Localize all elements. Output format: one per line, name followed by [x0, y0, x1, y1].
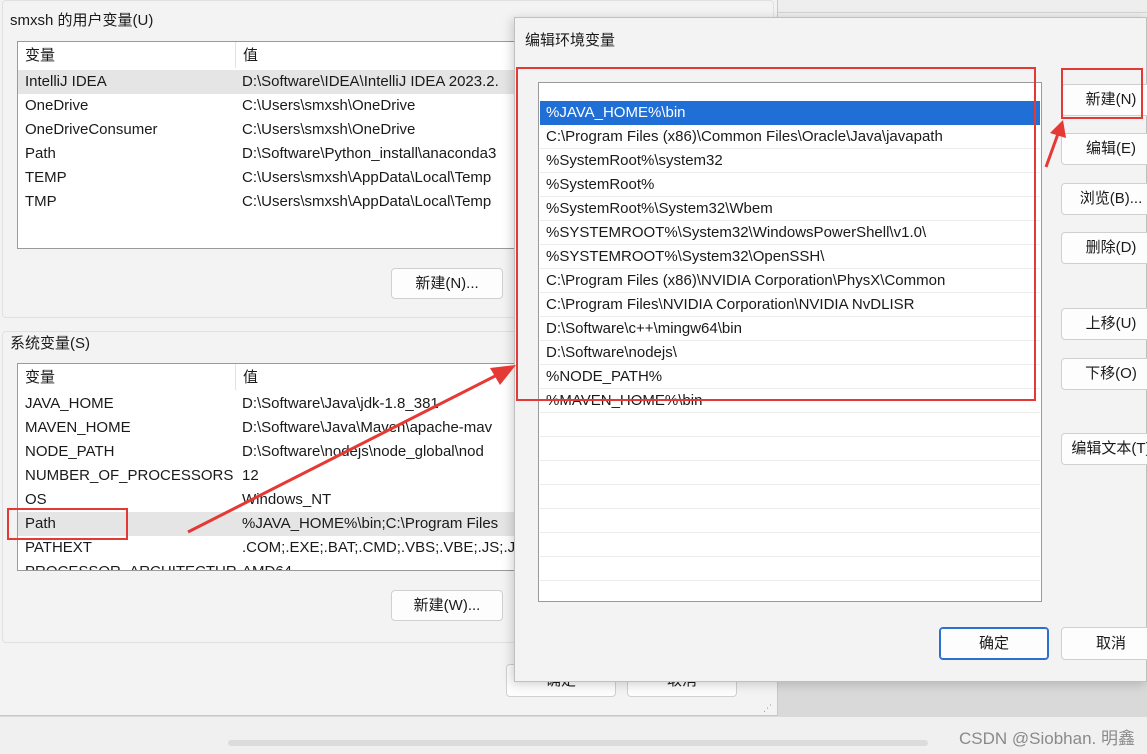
- variable-value: Windows_NT: [242, 491, 332, 508]
- path-entries-list[interactable]: %JAVA_HOME%\bin C:\Program Files (x86)\Co…: [538, 82, 1042, 602]
- empty-row: [540, 557, 1040, 581]
- table-row[interactable]: NUMBER_OF_PROCESSORS 12: [18, 464, 536, 488]
- column-header-name[interactable]: 变量: [18, 42, 236, 68]
- variable-value: D:\Software\IDEA\IntelliJ IDEA 2023.2.: [242, 73, 499, 90]
- empty-row: [540, 485, 1040, 509]
- table-header: 变量 值: [18, 364, 536, 390]
- variable-name: Path: [25, 145, 56, 162]
- horizontal-scrollbar[interactable]: [228, 740, 928, 746]
- path-entry[interactable]: C:\Program Files (x86)\NVIDIA Corporatio…: [540, 269, 1040, 293]
- table-row[interactable]: NODE_PATH D:\Software\nodejs\node_global\…: [18, 440, 536, 464]
- table-row[interactable]: IntelliJ IDEA D:\Software\IDEA\IntelliJ I…: [18, 70, 536, 94]
- variable-value: D:\Software\nodejs\node_global\nod: [242, 443, 484, 460]
- dialog-title: 编辑环境变量: [525, 32, 616, 49]
- variable-value: C:\Users\smxsh\OneDrive: [242, 121, 416, 138]
- new-entry-button[interactable]: 新建(N): [1061, 84, 1147, 116]
- path-entry[interactable]: %SystemRoot%: [540, 173, 1040, 197]
- empty-row: [540, 533, 1040, 557]
- variable-name: Path: [25, 515, 56, 532]
- variable-name: TEMP: [25, 169, 67, 186]
- resize-grip-icon[interactable]: ⋰: [763, 703, 773, 713]
- edit-text-button[interactable]: 编辑文本(T): [1061, 433, 1147, 465]
- empty-row: [540, 509, 1040, 533]
- variable-name: TMP: [25, 193, 57, 210]
- table-row[interactable]: PATHEXT .COM;.EXE;.BAT;.CMD;.VBS;.VBE;.JS…: [18, 536, 536, 560]
- system-new-button[interactable]: 新建(W)...: [391, 590, 503, 621]
- edit-environment-variable-dialog: 编辑环境变量 %JAVA_HOME%\bin C:\Program Files (…: [514, 17, 1147, 682]
- variable-name: PROCESSOR_ARCHITECTURE: [18, 560, 236, 570]
- variable-value: C:\Users\smxsh\AppData\Local\Temp: [242, 169, 492, 186]
- ok-button[interactable]: 确定: [939, 627, 1049, 660]
- path-entry[interactable]: %SYSTEMROOT%\System32\WindowsPowerShell\…: [540, 221, 1040, 245]
- variable-value: %JAVA_HOME%\bin;C:\Program Files: [242, 515, 499, 532]
- empty-row: [540, 437, 1040, 461]
- table-row[interactable]: JAVA_HOME D:\Software\Java\jdk-1.8_381: [18, 392, 536, 416]
- variable-name: PATHEXT: [25, 539, 92, 556]
- variable-value: 12: [242, 467, 259, 484]
- path-entry[interactable]: %NODE_PATH%: [540, 365, 1040, 389]
- variable-name: JAVA_HOME: [25, 395, 114, 412]
- path-entry[interactable]: C:\Program Files\NVIDIA Corporation\NVID…: [540, 293, 1040, 317]
- delete-entry-button[interactable]: 删除(D): [1061, 232, 1147, 264]
- path-entry[interactable]: %JAVA_HOME%\bin: [540, 101, 1040, 125]
- variable-name: IntelliJ IDEA: [25, 73, 107, 90]
- variable-name: OS: [25, 491, 47, 508]
- variable-name: MAVEN_HOME: [25, 419, 131, 436]
- table-header: 变量 值: [18, 42, 536, 68]
- variable-value: C:\Users\smxsh\AppData\Local\Temp: [242, 193, 492, 210]
- user-new-button[interactable]: 新建(N)...: [391, 268, 503, 299]
- table-row[interactable]: OS Windows_NT: [18, 488, 536, 512]
- variable-value: AMD64: [235, 560, 292, 570]
- user-variables-label: smxsh 的用户变量(U): [10, 12, 154, 29]
- watermark: CSDN @Siobhan. 明鑫: [959, 729, 1135, 748]
- table-row[interactable]: Path D:\Software\Python_install\anaconda3: [18, 142, 536, 166]
- table-row[interactable]: TEMP C:\Users\smxsh\AppData\Local\Temp: [18, 166, 536, 190]
- table-row[interactable]: PROCESSOR_ARCHITECTUREAMD64: [18, 560, 536, 570]
- path-entry[interactable]: C:\Program Files (x86)\Common Files\Orac…: [540, 125, 1040, 149]
- table-row[interactable]: OneDrive C:\Users\smxsh\OneDrive: [18, 94, 536, 118]
- column-header-value[interactable]: 值: [235, 364, 536, 390]
- path-entry[interactable]: D:\Software\nodejs\: [540, 341, 1040, 365]
- browse-button[interactable]: 浏览(B)...: [1061, 183, 1147, 215]
- variable-value: .COM;.EXE;.BAT;.CMD;.VBS;.VBE;.JS;.JS: [242, 539, 526, 556]
- path-entry[interactable]: D:\Software\c++\mingw64\bin: [540, 317, 1040, 341]
- variable-name: OneDriveConsumer: [25, 121, 158, 138]
- cancel-button[interactable]: 取消: [1061, 627, 1147, 660]
- variable-value: D:\Software\Java\Maven\apache-mav: [242, 419, 493, 436]
- move-down-button[interactable]: 下移(O): [1061, 358, 1147, 390]
- move-up-button[interactable]: 上移(U): [1061, 308, 1147, 340]
- system-variables-table[interactable]: 变量 值 JAVA_HOME D:\Software\Java\jdk-1.8_3…: [17, 363, 537, 571]
- empty-row: [540, 581, 1040, 601]
- column-header-value[interactable]: 值: [235, 42, 536, 68]
- table-row[interactable]: OneDriveConsumer C:\Users\smxsh\OneDrive: [18, 118, 536, 142]
- empty-row: [540, 413, 1040, 437]
- empty-row: [540, 461, 1040, 485]
- path-entry[interactable]: %SystemRoot%\system32: [540, 149, 1040, 173]
- path-entry[interactable]: %SystemRoot%\System32\Wbem: [540, 197, 1040, 221]
- path-entry[interactable]: %MAVEN_HOME%\bin: [540, 389, 1040, 413]
- path-entry[interactable]: %SYSTEMROOT%\System32\OpenSSH\: [540, 245, 1040, 269]
- table-row[interactable]: TMP C:\Users\smxsh\AppData\Local\Temp: [18, 190, 536, 214]
- variable-name: NUMBER_OF_PROCESSORS: [25, 467, 234, 484]
- system-variables-label: 系统变量(S): [10, 335, 90, 352]
- user-variables-table[interactable]: 变量 值 IntelliJ IDEA D:\Software\IDEA\Intel…: [17, 41, 537, 249]
- table-row[interactable]: MAVEN_HOME D:\Software\Java\Maven\apache-…: [18, 416, 536, 440]
- table-row[interactable]: Path %JAVA_HOME%\bin;C:\Program Files: [18, 512, 536, 536]
- variable-name: NODE_PATH: [25, 443, 115, 460]
- column-header-name[interactable]: 变量: [18, 364, 236, 390]
- variable-name: OneDrive: [25, 97, 89, 114]
- variable-value: D:\Software\Java\jdk-1.8_381: [242, 395, 439, 412]
- edit-entry-button[interactable]: 编辑(E): [1061, 133, 1147, 165]
- variable-value: C:\Users\smxsh\OneDrive: [242, 97, 416, 114]
- variable-value: D:\Software\Python_install\anaconda3: [242, 145, 497, 162]
